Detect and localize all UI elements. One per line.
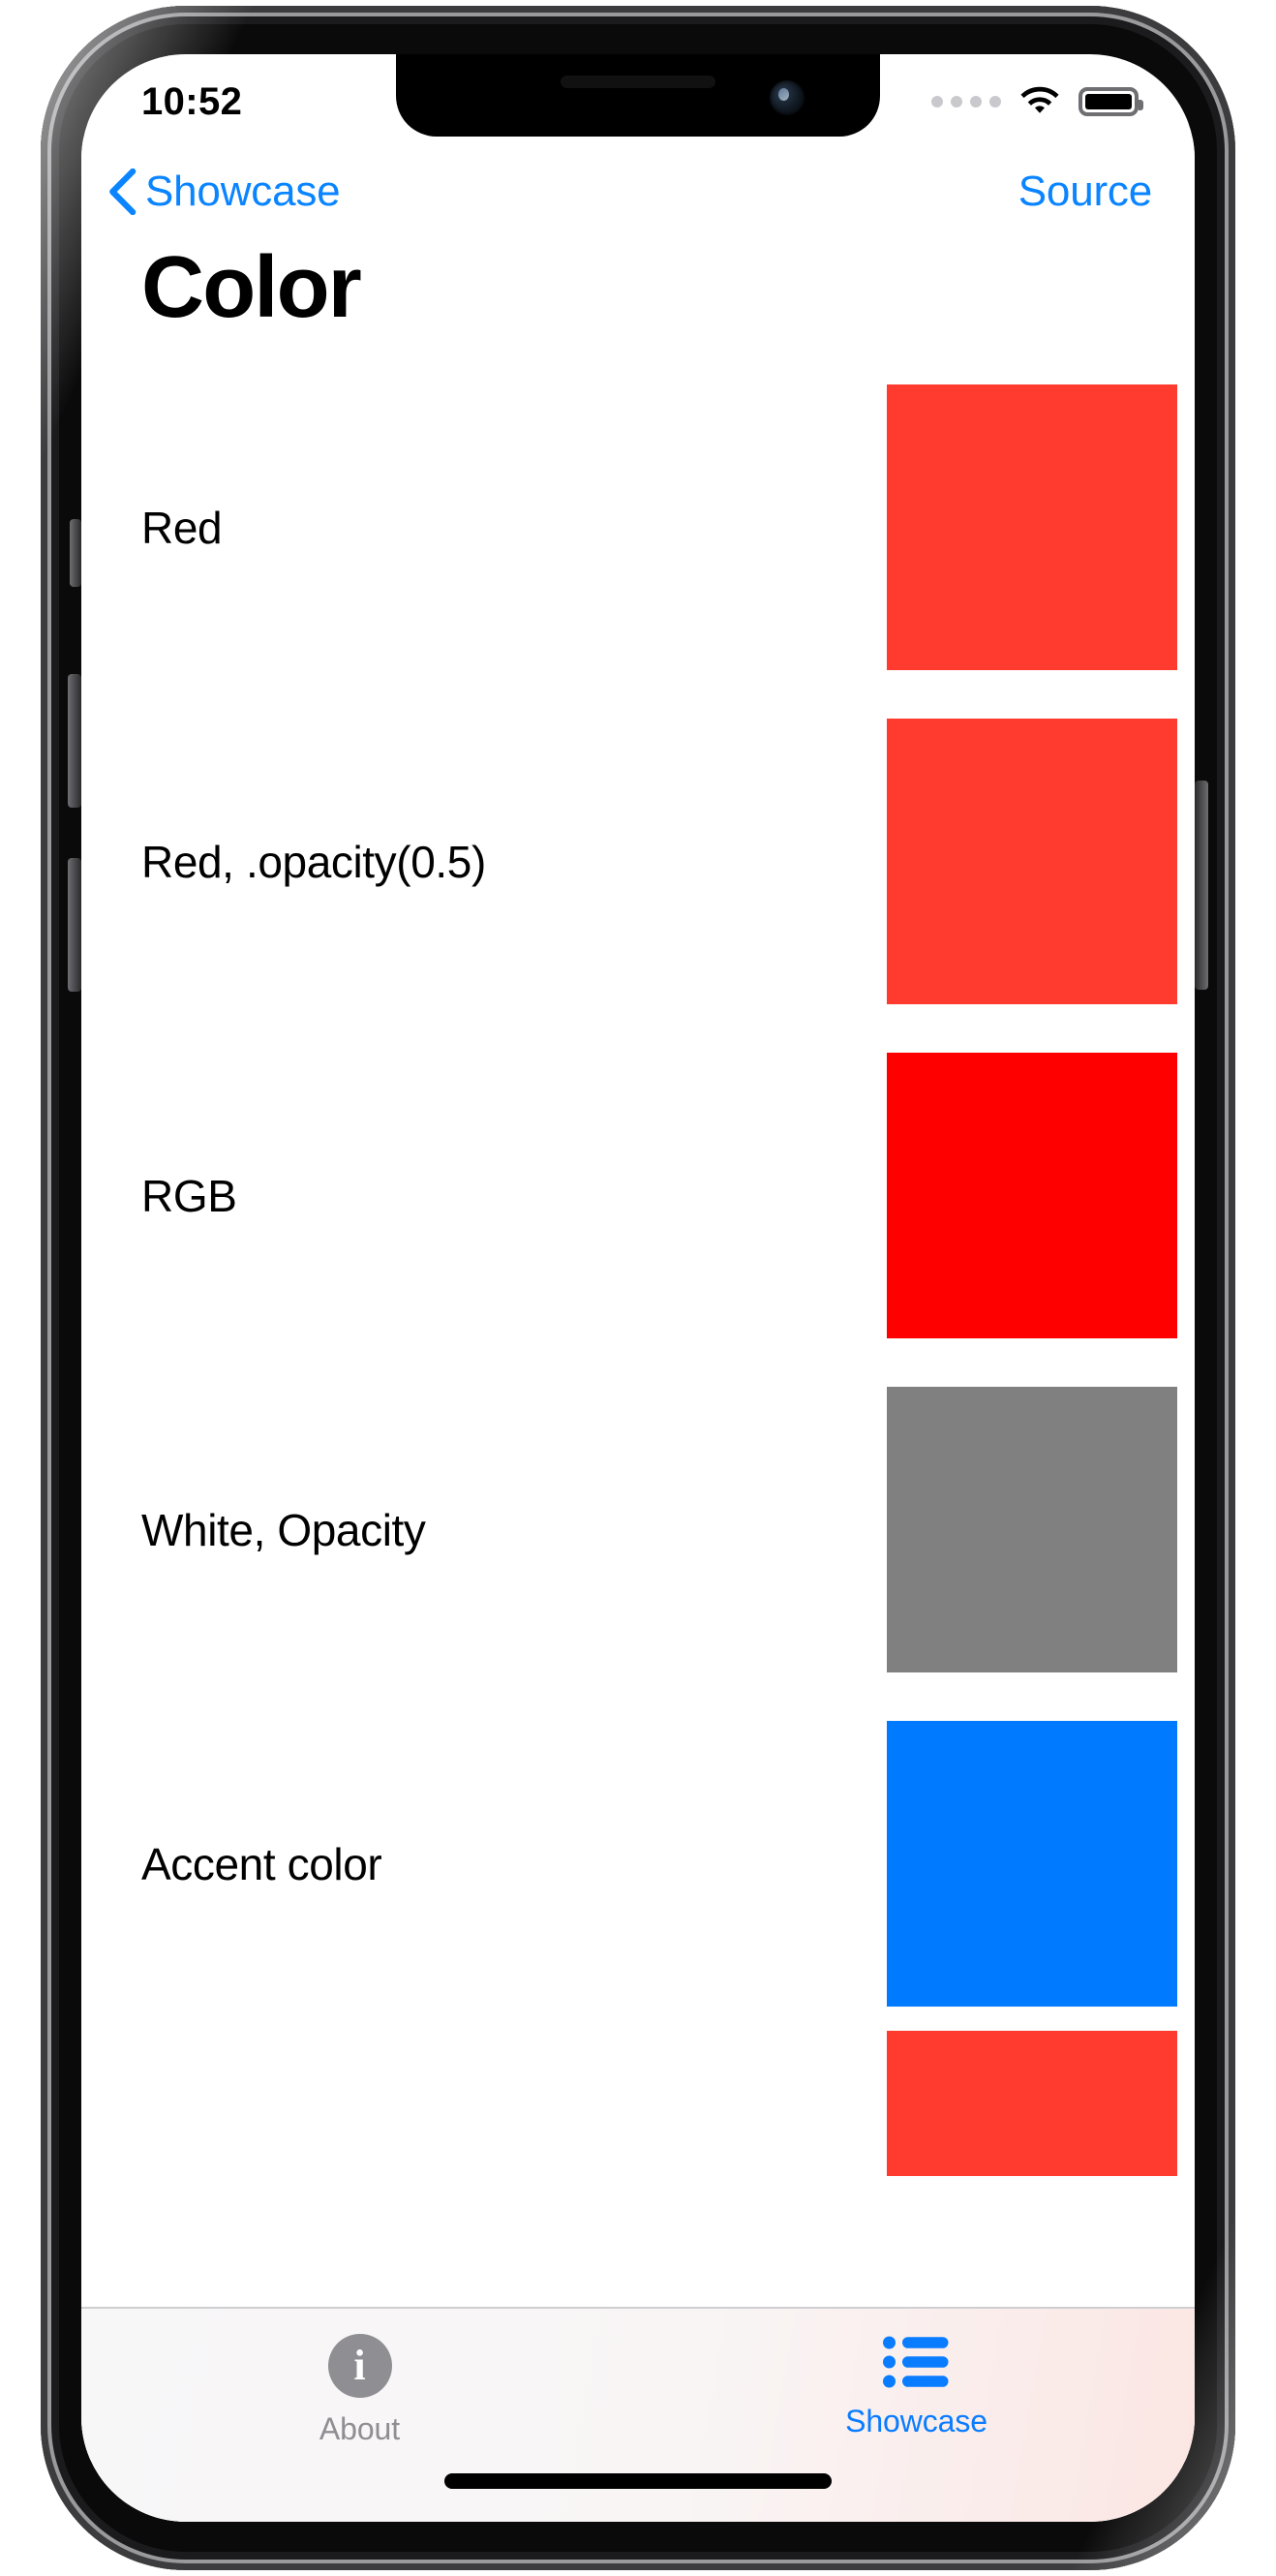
volume-down-button[interactable] [68,858,81,992]
swatch-white-opacity [887,1387,1177,1672]
tab-about-label: About [319,2411,401,2446]
table-row[interactable]: Red [81,360,1195,694]
table-row[interactable]: Accent color [81,1697,1195,2031]
tab-showcase[interactable]: Showcase [638,2309,1195,2439]
row-label: White, Opacity [141,1504,426,1555]
table-row[interactable]: White, Opacity [81,1363,1195,1697]
table-row[interactable] [81,2031,1195,2176]
status-time: 10:52 [141,79,243,123]
swatch-red-opacity [887,719,1177,1004]
volume-up-button[interactable] [68,674,81,808]
back-button[interactable]: Showcase [108,168,341,216]
row-label: Accent color [141,1838,382,1889]
cellular-dots-icon [931,96,1001,107]
swatch-red [887,384,1177,670]
wifi-icon [1020,86,1059,113]
row-label: Red [141,502,223,553]
phone-screen: 10:52 Showcase Source Color Red Red, .op… [81,54,1195,2522]
row-label: RGB [141,1170,237,1221]
color-list[interactable]: Red Red, .opacity(0.5) RGB White, Opacit… [81,360,1195,2522]
power-button[interactable] [1195,781,1208,990]
table-row[interactable]: RGB [81,1028,1195,1363]
navigation-bar: Showcase Source [81,139,1195,244]
silent-switch-button[interactable] [70,519,81,587]
row-label: Red, .opacity(0.5) [141,836,486,887]
battery-full-icon [1079,87,1143,116]
front-camera-icon [770,80,805,115]
notch [396,54,880,137]
back-button-label: Showcase [145,168,341,215]
status-indicators [931,86,1143,117]
info-circle-icon: i [327,2334,392,2398]
swatch-rgb [887,1053,1177,1338]
page-title: Color [141,239,362,336]
tab-bar: i About Showcase [81,2307,1195,2522]
source-button[interactable]: Source [1018,168,1152,216]
tab-about[interactable]: i About [81,2309,638,2447]
swatch-partial [887,2031,1177,2176]
earpiece-speaker-icon [561,76,715,88]
chevron-left-icon [109,169,137,215]
table-row[interactable]: Red, .opacity(0.5) [81,694,1195,1028]
tab-showcase-label: Showcase [845,2404,987,2438]
list-bullet-icon [882,2336,948,2388]
swatch-accent [887,1721,1177,2007]
home-indicator[interactable] [444,2473,832,2489]
